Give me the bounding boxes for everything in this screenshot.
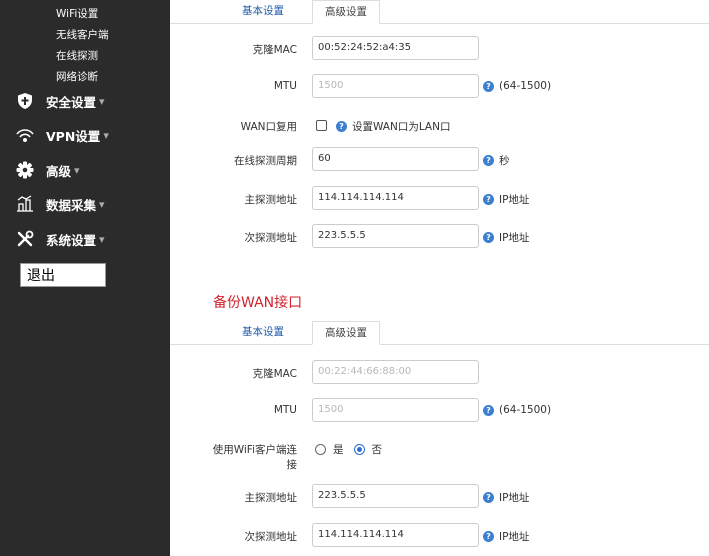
- backup-secondary-probe-label: 次探测地址: [244, 531, 298, 543]
- secondary-probe-label: 次探测地址: [244, 232, 298, 244]
- secondary-probe-input[interactable]: 223.5.5.5: [312, 224, 479, 248]
- help-icon[interactable]: ?: [483, 232, 494, 243]
- probe-period-hint: ? 秒: [483, 153, 510, 168]
- sidebar-menu-label: VPN设置: [46, 128, 101, 144]
- sidebar-menu-label: 数据采集: [46, 197, 97, 213]
- help-icon[interactable]: ?: [483, 531, 494, 542]
- mtu-hint-text: (64-1500): [499, 80, 552, 92]
- wan-reuse-label: WAN口复用: [240, 121, 297, 133]
- backup-mtu-label: MTU: [273, 404, 297, 416]
- backup-secondary-probe-hint-text: IP地址: [499, 531, 530, 543]
- wifi-client-no-label: 否: [371, 444, 383, 456]
- sidebar: WiFi设置 无线客户端 在线探测 网络诊断 安全设置 ▾ VPN设置 ▾ 高级…: [0, 0, 170, 556]
- backup-secondary-probe-hint: ? IP地址: [483, 529, 529, 544]
- backup-mtu-hint: ? (64-1500): [483, 404, 551, 416]
- probe-period-input[interactable]: 60: [312, 147, 479, 171]
- probe-period-hint-text: 秒: [499, 155, 510, 167]
- tools-icon: [14, 229, 36, 249]
- wan-reuse-checkbox[interactable]: [316, 120, 327, 131]
- wifi-client-radio-group: 是 否: [315, 442, 382, 457]
- primary-probe-input[interactable]: 114.114.114.114: [312, 186, 479, 210]
- backup-mtu-input[interactable]: 1500: [312, 398, 479, 422]
- shield-icon: [14, 91, 36, 111]
- sidebar-item-wireless-client[interactable]: 无线客户端: [56, 27, 109, 42]
- backup-secondary-probe-input[interactable]: 114.114.114.114: [312, 523, 479, 547]
- sidebar-item-network-diagnosis[interactable]: 网络诊断: [56, 69, 98, 84]
- wan-reuse-hint: ? 设置WAN口为LAN口: [336, 119, 450, 134]
- logout-button[interactable]: 退出: [20, 263, 106, 287]
- chevron-down-icon: ▾: [99, 232, 105, 246]
- secondary-probe-hint: ? IP地址: [483, 230, 529, 245]
- chevron-down-icon: ▾: [103, 128, 109, 142]
- tab-basic-settings[interactable]: 基本设置: [214, 0, 312, 24]
- backup-wan-title: 备份WAN接口: [213, 295, 303, 311]
- backup-primary-probe-hint: ? IP地址: [483, 490, 529, 505]
- sidebar-menu-label: 系统设置: [46, 232, 97, 248]
- chevron-down-icon: ▾: [74, 163, 80, 177]
- backup-clone-mac-label: 克隆MAC: [252, 368, 297, 380]
- clone-mac-label: 克隆MAC: [252, 44, 297, 56]
- tab-basic-settings[interactable]: 基本设置: [214, 321, 312, 345]
- primary-probe-hint-text: IP地址: [499, 194, 530, 206]
- wan-reuse-hint-text: 设置WAN口为LAN口: [352, 121, 451, 133]
- wifi-client-yes-radio[interactable]: [315, 444, 326, 455]
- sidebar-menu-system[interactable]: 系统设置 ▾: [14, 229, 105, 249]
- backup-wan-tabs: 基本设置 高级设置: [170, 321, 709, 345]
- router-settings-page: WiFi设置 无线客户端 在线探测 网络诊断 安全设置 ▾ VPN设置 ▾ 高级…: [0, 0, 709, 556]
- wifi-client-label-line2: 接: [286, 459, 298, 471]
- sidebar-menu-advanced[interactable]: 高级 ▾: [14, 160, 80, 180]
- wan-tabs: 基本设置 高级设置: [170, 0, 709, 24]
- wifi-client-no-radio[interactable]: [353, 444, 365, 455]
- sidebar-menu-vpn[interactable]: VPN设置 ▾: [14, 125, 109, 145]
- mtu-hint: ? (64-1500): [483, 80, 551, 92]
- data-collect-icon: [14, 194, 36, 214]
- sidebar-item-wifi-settings[interactable]: WiFi设置: [56, 6, 98, 21]
- backup-primary-probe-input[interactable]: 223.5.5.5: [312, 484, 479, 508]
- sidebar-menu-data-collection[interactable]: 数据采集 ▾: [14, 194, 105, 214]
- secondary-probe-hint-text: IP地址: [499, 232, 530, 244]
- sidebar-menu-label: 高级: [46, 163, 72, 179]
- backup-mtu-hint-text: (64-1500): [499, 404, 552, 416]
- wifi-client-label-line1: 使用WiFi客户端连: [212, 444, 297, 456]
- backup-primary-probe-hint-text: IP地址: [499, 492, 530, 504]
- help-icon[interactable]: ?: [483, 404, 494, 416]
- primary-probe-hint: ? IP地址: [483, 192, 529, 207]
- mtu-input[interactable]: 1500: [312, 74, 479, 98]
- help-icon[interactable]: ?: [336, 121, 347, 132]
- primary-probe-label: 主探测地址: [244, 194, 298, 206]
- sidebar-menu-label: 安全设置: [46, 94, 97, 110]
- wifi-client-yes-label: 是: [333, 444, 344, 456]
- backup-primary-probe-label: 主探测地址: [244, 492, 298, 504]
- help-icon[interactable]: ?: [483, 194, 494, 205]
- tab-advanced-settings[interactable]: 高级设置: [312, 0, 380, 24]
- chevron-down-icon: ▾: [99, 94, 105, 108]
- help-icon[interactable]: ?: [483, 80, 494, 92]
- help-icon[interactable]: ?: [483, 155, 494, 166]
- gear-icon: [14, 160, 36, 180]
- help-icon[interactable]: ?: [483, 492, 494, 503]
- vpn-icon: [14, 125, 36, 145]
- chevron-down-icon: ▾: [99, 197, 105, 211]
- backup-clone-mac-input[interactable]: 00:22:44:66:88:00: [312, 360, 479, 384]
- mtu-label: MTU: [273, 80, 297, 92]
- probe-period-label: 在线探测周期: [234, 155, 297, 167]
- sidebar-menu-security[interactable]: 安全设置 ▾: [14, 91, 105, 111]
- tab-advanced-settings[interactable]: 高级设置: [312, 321, 380, 345]
- clone-mac-input[interactable]: 00:52:24:52:a4:35: [312, 36, 479, 60]
- sidebar-item-online-probe[interactable]: 在线探测: [56, 48, 98, 63]
